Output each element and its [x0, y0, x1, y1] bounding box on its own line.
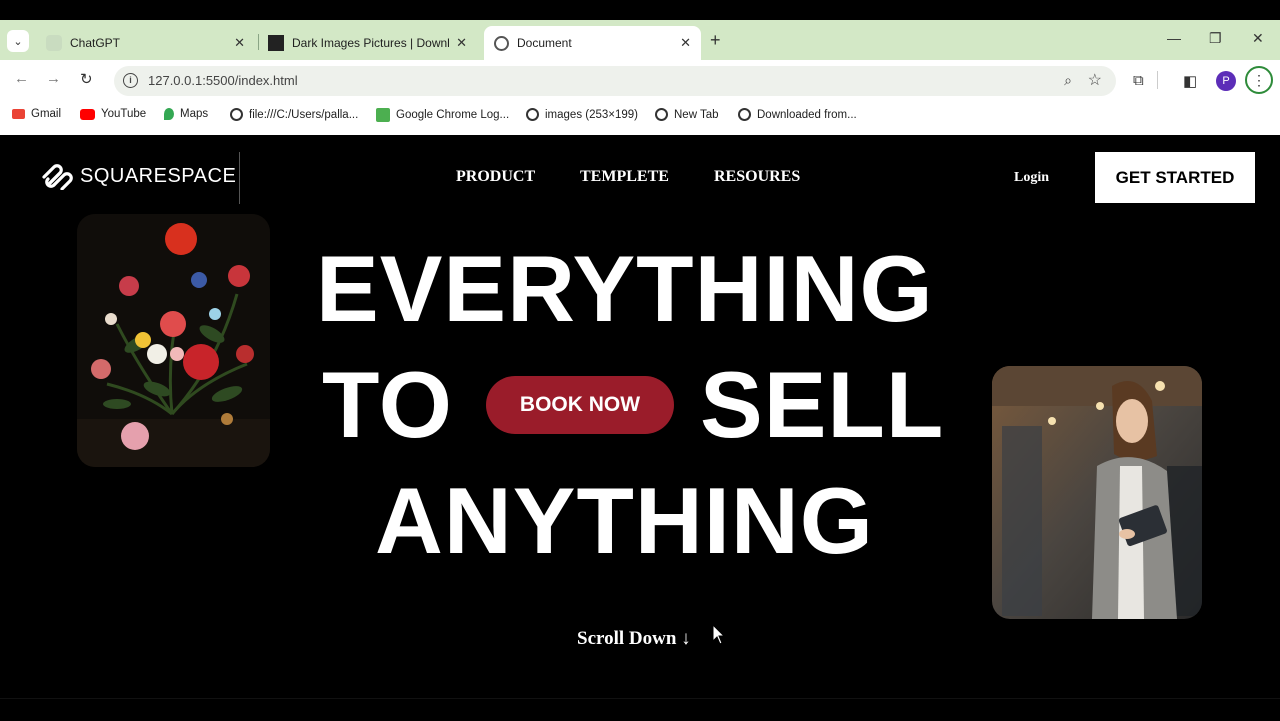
- nav-product[interactable]: PRODUCT: [456, 168, 535, 186]
- close-icon[interactable]: ✕: [234, 35, 245, 51]
- bookmark-chrome-log[interactable]: Google Chrome Log...: [376, 108, 509, 122]
- unsplash-favicon-icon: [268, 35, 284, 51]
- mouse-cursor-icon: [712, 624, 726, 645]
- chatgpt-favicon-icon: [46, 35, 62, 51]
- tab-title: Dark Images Pictures | Downlo: [292, 36, 450, 50]
- bookmark-label: file:///C:/Users/palla...: [249, 108, 359, 121]
- tab-search-dropdown[interactable]: ⌄: [7, 30, 29, 52]
- px-icon: [376, 108, 390, 122]
- scroll-down-link[interactable]: Scroll Down ↓: [577, 628, 691, 650]
- bookmark-maps[interactable]: Maps: [164, 108, 208, 120]
- kebab-menu-icon[interactable]: ⋮: [1245, 66, 1273, 94]
- tab-title: Document: [517, 36, 572, 50]
- minimize-icon[interactable]: —: [1167, 30, 1181, 46]
- globe-icon: [738, 108, 751, 121]
- bookmark-gmail[interactable]: Gmail: [12, 108, 61, 120]
- bookmark-new-tab[interactable]: New Tab: [655, 108, 719, 121]
- youtube-icon: [80, 108, 95, 120]
- get-started-button[interactable]: GET STARTED: [1095, 152, 1255, 203]
- bottom-strip: [0, 698, 1280, 721]
- restore-icon[interactable]: ❐: [1209, 30, 1222, 47]
- site-info-icon[interactable]: i: [123, 73, 138, 88]
- book-now-button[interactable]: BOOK NOW: [486, 376, 674, 434]
- bookmark-images[interactable]: images (253×199): [526, 108, 638, 121]
- profile-avatar[interactable]: P: [1216, 71, 1236, 91]
- new-tab-plus-icon[interactable]: +: [710, 30, 721, 51]
- logo-divider: [239, 152, 240, 204]
- bookmark-youtube[interactable]: YouTube: [80, 108, 146, 120]
- gmail-icon: [12, 109, 25, 119]
- maps-pin-icon: [164, 108, 174, 120]
- site-logo[interactable]: SQUARESPACE: [40, 162, 236, 190]
- headline-line-2-sell: SELL: [700, 352, 945, 457]
- tab-title: ChatGPT: [70, 36, 121, 50]
- back-arrow-icon[interactable]: ←: [14, 70, 29, 87]
- side-panel-icon[interactable]: ◧: [1183, 72, 1197, 90]
- globe-icon: [494, 35, 509, 51]
- forward-arrow-icon[interactable]: →: [46, 70, 61, 87]
- flower-still-life-image: [77, 214, 270, 467]
- tab-dark-images[interactable]: Dark Images Pictures | Downlo ✕: [262, 28, 477, 58]
- tab-document[interactable]: Document ✕: [484, 26, 701, 60]
- squarespace-logo-icon: [42, 164, 73, 190]
- headline-line-2-to: TO: [322, 352, 453, 457]
- toolbar-divider: [1157, 71, 1158, 89]
- bookmark-file[interactable]: file:///C:/Users/palla...: [230, 108, 358, 121]
- address-bar[interactable]: i 127.0.0.1:5500/index.html ⌕ ☆: [114, 66, 1116, 96]
- close-icon[interactable]: ✕: [680, 35, 691, 51]
- logo-text: SQUARESPACE: [80, 164, 237, 187]
- bookmark-label: YouTube: [101, 108, 147, 120]
- bookmark-star-icon[interactable]: ☆: [1088, 70, 1102, 90]
- woman-with-tablet-image: [992, 366, 1202, 619]
- bookmark-label: Maps: [180, 108, 209, 120]
- bookmark-downloaded[interactable]: Downloaded from...: [738, 108, 857, 121]
- globe-icon: [526, 108, 539, 121]
- url-text[interactable]: 127.0.0.1:5500/index.html: [148, 73, 298, 88]
- chevron-down-icon: ⌄: [13, 35, 23, 48]
- globe-icon: [230, 108, 243, 121]
- reload-icon[interactable]: ↻: [80, 70, 93, 88]
- bookmark-label: images (253×199): [545, 108, 639, 121]
- nav-resoures[interactable]: RESOURES: [714, 168, 800, 186]
- bookmark-label: Gmail: [31, 108, 62, 120]
- bookmark-label: Downloaded from...: [757, 108, 857, 121]
- headline-line-3: ANYTHING: [375, 468, 874, 573]
- close-icon[interactable]: ✕: [456, 35, 467, 51]
- login-link[interactable]: Login: [1014, 170, 1049, 186]
- bookmark-label: New Tab: [674, 108, 719, 121]
- headline-line-1: EVERYTHING: [316, 236, 934, 341]
- zoom-icon[interactable]: ⌕: [1064, 72, 1072, 89]
- bookmark-label: Google Chrome Log...: [396, 109, 510, 121]
- nav-templete[interactable]: TEMPLETE: [580, 168, 669, 186]
- tab-separator: [258, 34, 259, 50]
- window-close-icon[interactable]: ✕: [1252, 30, 1264, 47]
- globe-icon: [655, 108, 668, 121]
- extensions-puzzle-icon[interactable]: ⧉: [1133, 72, 1144, 89]
- tab-chatgpt[interactable]: ChatGPT ✕: [40, 28, 255, 58]
